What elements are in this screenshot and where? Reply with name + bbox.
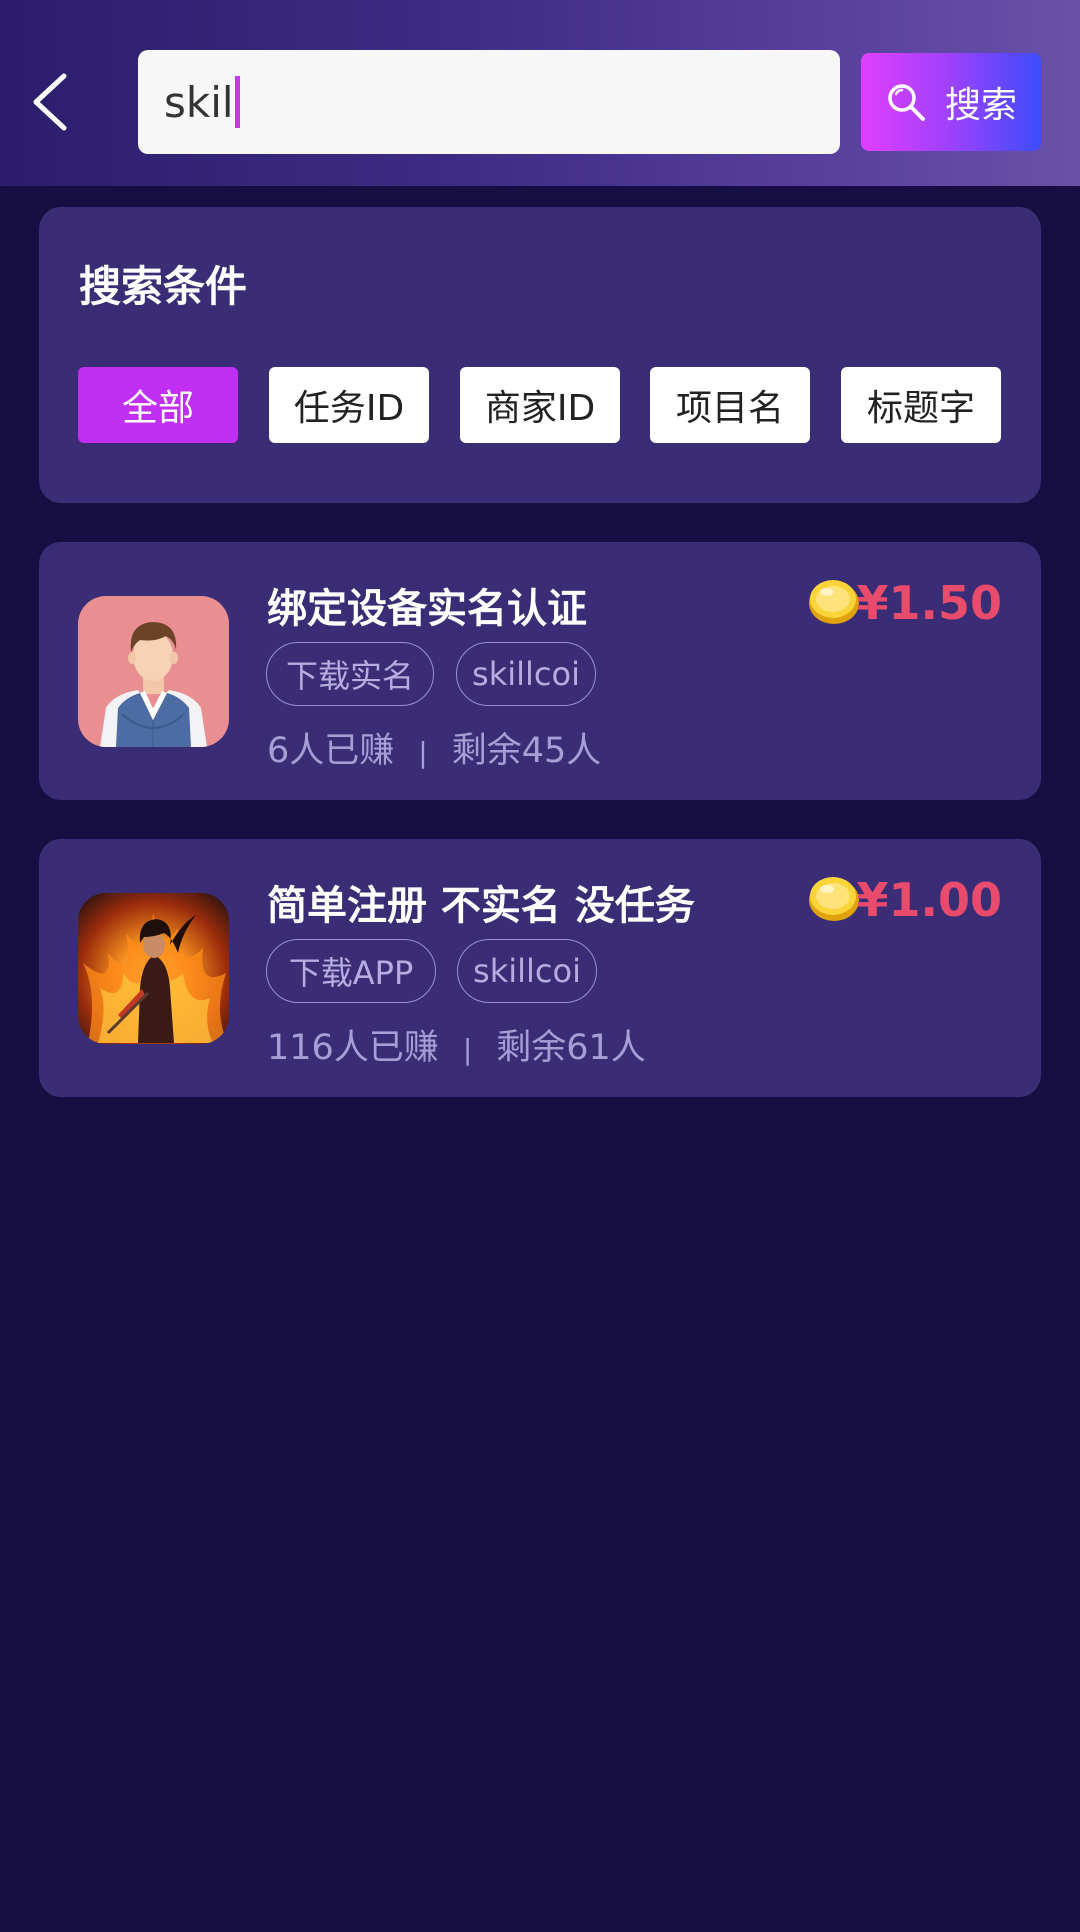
task-stats: 6人已赚 | 剩余45人 bbox=[267, 722, 601, 773]
coin-icon bbox=[809, 877, 859, 921]
task-card[interactable]: 绑定设备实名认证 下载实名 skillcoi 6人已赚 | 剩余45人 ¥1.50 bbox=[39, 542, 1041, 800]
text-caret bbox=[234, 76, 240, 128]
stats-separator: | bbox=[462, 1032, 473, 1066]
task-tag: 下载APP bbox=[266, 939, 436, 1003]
search-input[interactable]: skil bbox=[138, 50, 840, 154]
filter-title: 搜索条件 bbox=[79, 262, 248, 311]
task-price: ¥1.00 bbox=[856, 873, 1002, 927]
coin-icon bbox=[809, 580, 859, 624]
task-title: 简单注册 不实名 没任务 bbox=[267, 883, 695, 929]
task-card[interactable]: 简单注册 不实名 没任务 下载APP skillcoi 116人已赚 | 剩余61人… bbox=[39, 839, 1041, 1097]
filter-option-project-name[interactable]: 项目名 bbox=[650, 367, 810, 443]
earned-count: 6人已赚 bbox=[267, 731, 395, 771]
remaining-count: 剩余45人 bbox=[451, 731, 602, 771]
task-title: 绑定设备实名认证 bbox=[267, 586, 587, 632]
back-button[interactable] bbox=[28, 70, 78, 134]
search-icon bbox=[888, 84, 925, 121]
remaining-count: 剩余61人 bbox=[496, 1028, 646, 1068]
chevron-left-icon bbox=[33, 73, 67, 131]
earned-count: 116人已赚 bbox=[267, 1028, 439, 1068]
filter-option-all[interactable]: 全部 bbox=[78, 367, 238, 443]
filter-option-merchant-id[interactable]: 商家ID bbox=[460, 367, 620, 443]
task-stats: 116人已赚 | 剩余61人 bbox=[267, 1019, 646, 1070]
header-bar: skil 搜索 bbox=[0, 0, 1080, 186]
task-price: ¥1.50 bbox=[856, 576, 1002, 630]
fire-warrior-avatar-icon bbox=[78, 893, 229, 1044]
search-button[interactable]: 搜索 bbox=[861, 53, 1041, 151]
search-button-label: 搜索 bbox=[944, 85, 1017, 126]
person-avatar-icon bbox=[78, 596, 229, 747]
search-input-value: skil bbox=[164, 77, 234, 127]
stats-separator: | bbox=[418, 735, 428, 769]
filter-option-task-id[interactable]: 任务ID bbox=[269, 367, 429, 443]
task-tag: skillcoi bbox=[457, 939, 597, 1003]
filter-option-title-keyword[interactable]: 标题字 bbox=[841, 367, 1001, 443]
task-tag: skillcoi bbox=[456, 642, 596, 706]
task-tag: 下载实名 bbox=[266, 642, 434, 706]
search-filter-panel: 搜索条件 全部 任务ID 商家ID 项目名 标题字 bbox=[39, 207, 1041, 503]
